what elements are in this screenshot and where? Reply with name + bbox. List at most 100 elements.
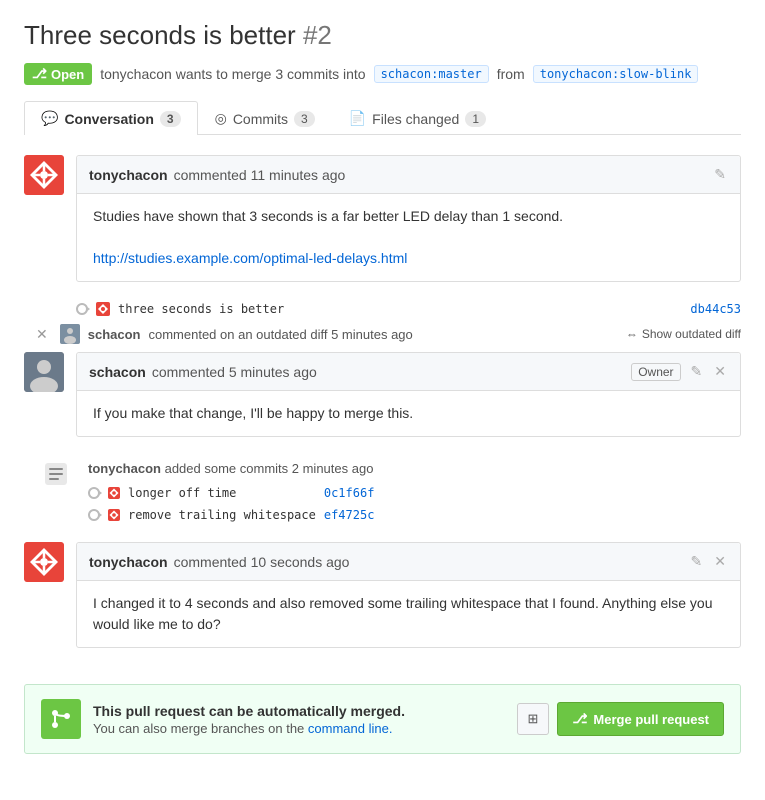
- commit-added-2: remove trailing whitespace ef4725c: [88, 504, 374, 526]
- comment-actions-2: Owner ✎ ✕: [631, 361, 728, 382]
- merge-button-icon: ⎇: [572, 711, 587, 727]
- avatar-schacon: [24, 352, 64, 392]
- commit-line-1: three seconds is better db44c53: [24, 298, 741, 320]
- merge-button-label: Merge pull request: [593, 712, 709, 727]
- commits-added-icon-wrapper: [36, 461, 76, 485]
- commit-sha-1[interactable]: db44c53: [690, 302, 741, 316]
- head-branch[interactable]: tonychacon:slow-blink: [533, 65, 699, 83]
- comment-header-2: schacon commented 5 minutes ago Owner ✎ …: [77, 353, 740, 391]
- comment-3: tonychacon commented 10 seconds ago ✎ ✕ …: [24, 542, 741, 648]
- delete-button-2[interactable]: ✕: [712, 361, 728, 382]
- show-outdated-label: Show outdated diff: [642, 327, 741, 341]
- edit-button-3[interactable]: ✎: [689, 551, 705, 572]
- commits-added-author[interactable]: tonychacon: [88, 461, 161, 476]
- badge-label: Open: [51, 67, 84, 82]
- commit-msg-1: three seconds is better: [118, 302, 284, 316]
- merge-settings-button[interactable]: ⊞: [517, 703, 550, 735]
- edit-button-1[interactable]: ✎: [712, 164, 728, 185]
- edit-button-2[interactable]: ✎: [689, 361, 705, 382]
- comment-body-3: I changed it to 4 seconds and also remov…: [77, 581, 740, 647]
- comment-actions-3: ✎ ✕: [689, 551, 728, 572]
- git-logo-icon: [24, 155, 64, 195]
- issue-number: #2: [303, 20, 332, 50]
- comment-box-2: schacon commented 5 minutes ago Owner ✎ …: [76, 352, 741, 437]
- commit-added-msg-1: longer off time: [128, 486, 236, 500]
- git-logo-icon-3: [24, 542, 64, 582]
- tab-bar: 💬 Conversation 3 ◎ Commits 3 📄 Files cha…: [24, 101, 741, 135]
- comment-meta-2: schacon commented 5 minutes ago: [89, 364, 317, 380]
- tab-conversation[interactable]: 💬 Conversation 3: [24, 101, 198, 135]
- tab-files-label: Files changed: [372, 111, 459, 127]
- files-count: 1: [465, 111, 486, 127]
- comment-text-3: I changed it to 4 seconds and also remov…: [93, 593, 724, 635]
- merge-text: This pull request can be automatically m…: [93, 703, 505, 736]
- commit-added-msg-2: remove trailing whitespace: [128, 508, 316, 522]
- merge-title: This pull request can be automatically m…: [93, 703, 505, 719]
- schacon-photo-icon: [24, 352, 64, 392]
- commit-arrow-added-1: [88, 487, 100, 499]
- from-text: from: [497, 66, 525, 82]
- merge-footer: This pull request can be automatically m…: [24, 684, 741, 754]
- commit-git-icon-1: [96, 302, 110, 316]
- comment-time-2: commented 5 minutes ago: [152, 364, 317, 380]
- commits-count: 3: [294, 111, 315, 127]
- title-text: Three seconds is better: [24, 20, 296, 50]
- comment-meta-1: tonychacon commented 11 minutes ago: [89, 167, 345, 183]
- comment-time-3: commented 10 seconds ago: [174, 554, 350, 570]
- status-bar: ⎇ Open tonychacon wants to merge 3 commi…: [24, 63, 741, 85]
- outdated-author: schacon: [88, 327, 141, 342]
- comment-box-1: tonychacon commented 11 minutes ago ✎ St…: [76, 155, 741, 282]
- open-icon: ⎇: [32, 66, 47, 82]
- commits-added-time: added some commits 2 minutes ago: [165, 461, 374, 476]
- commit-arrow-icon-1: [76, 303, 88, 315]
- show-outdated-icon: ⇔: [626, 327, 638, 341]
- comment-header-1: tonychacon commented 11 minutes ago ✎: [77, 156, 740, 194]
- commit-git-icon-added-1: [108, 487, 120, 499]
- commit-added-sha-1[interactable]: 0c1f66f: [324, 486, 375, 500]
- merge-settings-icon: ⊞: [528, 711, 539, 726]
- avatar-schacon-small: [60, 324, 80, 344]
- comment-2: schacon commented 5 minutes ago Owner ✎ …: [24, 352, 741, 437]
- commits-added-icon: [45, 463, 67, 485]
- comment-body-2: If you make that change, I'll be happy t…: [77, 391, 740, 436]
- commits-added-section: tonychacon added some commits 2 minutes …: [24, 453, 741, 530]
- comment-text-2: If you make that change, I'll be happy t…: [93, 403, 724, 424]
- author-3[interactable]: tonychacon: [89, 554, 168, 570]
- comment-header-3: tonychacon commented 10 seconds ago ✎ ✕: [77, 543, 740, 581]
- owner-badge: Owner: [631, 363, 680, 381]
- close-outdated-button[interactable]: ✕: [36, 326, 48, 343]
- tab-commits-label: Commits: [233, 111, 288, 127]
- comment-actions-1: ✎: [712, 164, 728, 185]
- commit-added-sha-2[interactable]: ef4725c: [324, 508, 375, 522]
- author-1[interactable]: tonychacon: [89, 167, 168, 183]
- tab-files[interactable]: 📄 Files changed 1: [332, 101, 503, 135]
- schacon-avatar-icon: [60, 324, 80, 344]
- merge-subtitle-text: You can also merge branches on the: [93, 721, 304, 736]
- show-outdated-button[interactable]: ⇔ Show outdated diff: [626, 327, 741, 341]
- comment-time-1: commented 11 minutes ago: [174, 167, 346, 183]
- status-text: tonychacon wants to merge 3 commits into: [100, 66, 365, 82]
- status-description: tonychacon wants to merge 3 commits into: [100, 66, 365, 82]
- comment-link-1[interactable]: http://studies.example.com/optimal-led-d…: [93, 250, 407, 266]
- tab-conversation-label: Conversation: [64, 111, 153, 127]
- merge-actions: ⊞ ⎇ Merge pull request: [517, 702, 724, 736]
- merge-button[interactable]: ⎇ Merge pull request: [557, 702, 724, 736]
- commit-git-icon-added-2: [108, 509, 120, 521]
- timeline: tonychacon commented 11 minutes ago ✎ St…: [24, 155, 741, 664]
- comment-box-3: tonychacon commented 10 seconds ago ✎ ✕ …: [76, 542, 741, 648]
- command-line-link[interactable]: command line.: [308, 721, 393, 736]
- open-badge: ⎇ Open: [24, 63, 92, 85]
- tab-commits[interactable]: ◎ Commits 3: [198, 101, 332, 135]
- outdated-row: ✕ schacon commented on an outdated diff …: [24, 320, 741, 352]
- comment-1: tonychacon commented 11 minutes ago ✎ St…: [24, 155, 741, 282]
- author-2[interactable]: schacon: [89, 364, 146, 380]
- delete-button-3[interactable]: ✕: [712, 551, 728, 572]
- conversation-count: 3: [160, 111, 181, 127]
- merge-git-icon: [49, 707, 73, 731]
- conversation-icon: 💬: [41, 110, 58, 127]
- base-branch[interactable]: schacon:master: [374, 65, 489, 83]
- comment-body-1: Studies have shown that 3 seconds is a f…: [77, 194, 740, 281]
- commits-added-text: tonychacon added some commits 2 minutes …: [88, 461, 374, 476]
- merge-icon-box: [41, 699, 81, 739]
- outdated-author-name[interactable]: schacon: [88, 327, 141, 342]
